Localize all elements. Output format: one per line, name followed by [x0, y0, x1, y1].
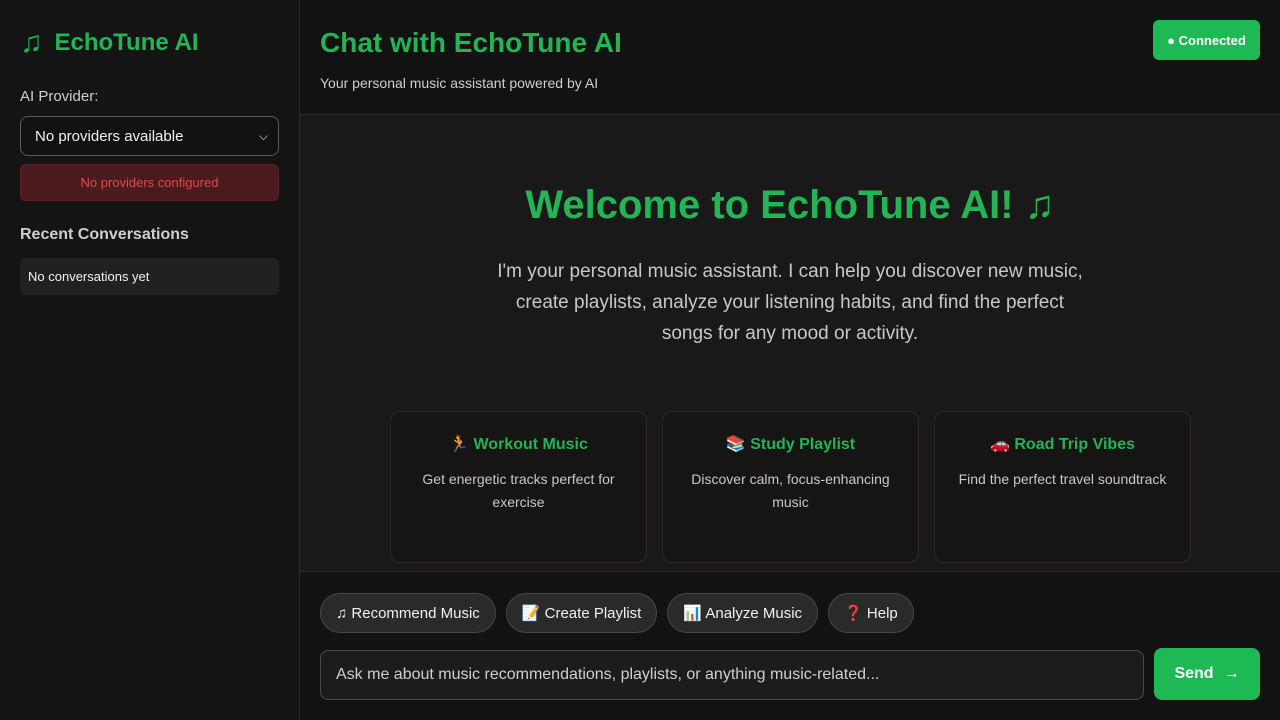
- card-title: 📚 Study Playlist: [725, 436, 856, 453]
- provider-error-message: No providers configured: [20, 164, 279, 201]
- card-study-playlist[interactable]: 📚 Study Playlist Discover calm, focus-en…: [662, 411, 919, 563]
- send-label: Send: [1174, 665, 1214, 682]
- suggestion-cards: 🏃 Workout Music Get energetic tracks per…: [390, 411, 1191, 563]
- music-note-icon: ♫: [20, 26, 43, 59]
- card-description: Discover calm, focus-enhancing music: [691, 471, 890, 510]
- card-title: 🚗 Road Trip Vibes: [990, 436, 1135, 453]
- card-workout-music[interactable]: 🏃 Workout Music Get energetic tracks per…: [390, 411, 647, 563]
- quick-actions: ♫ Recommend Music 📝 Create Playlist 📊 An…: [320, 593, 1260, 633]
- provider-label: AI Provider:: [20, 88, 99, 105]
- welcome-title: Welcome to EchoTune AI! ♫: [525, 183, 1055, 227]
- recent-conversations-empty: No conversations yet: [20, 258, 279, 295]
- chat-messages-area: Welcome to EchoTune AI! ♫ I'm your perso…: [300, 115, 1280, 571]
- card-road-trip-vibes[interactable]: 🚗 Road Trip Vibes Find the perfect trave…: [934, 411, 1191, 563]
- provider-select-value: No providers available: [35, 127, 184, 145]
- arrow-right-icon: →: [1223, 665, 1240, 682]
- create-playlist-button[interactable]: 📝 Create Playlist: [505, 593, 658, 633]
- main-panel: Chat with EchoTune AI Your personal musi…: [300, 0, 1280, 720]
- brand: ♫ EchoTune AI: [20, 0, 279, 86]
- card-description: Get energetic tracks perfect for exercis…: [422, 471, 615, 510]
- brand-title: EchoTune AI: [54, 29, 199, 56]
- card-description: Find the perfect travel soundtrack: [958, 471, 1167, 487]
- page-subtitle: Your personal music assistant powered by…: [320, 75, 599, 91]
- chat-input[interactable]: [320, 650, 1144, 700]
- card-title: 🏃 Workout Music: [449, 436, 588, 453]
- welcome-text: I'm your personal music assistant. I can…: [497, 261, 1083, 344]
- chat-header: Chat with EchoTune AI Your personal musi…: [300, 0, 1280, 115]
- composer: ♫ Recommend Music 📝 Create Playlist 📊 An…: [300, 571, 1280, 720]
- app: ♫ EchoTune AI AI Provider: No providers …: [0, 0, 1280, 720]
- input-row: Send →: [320, 648, 1260, 700]
- recent-conversations-title: Recent Conversations: [20, 226, 189, 243]
- sidebar: ♫ EchoTune AI AI Provider: No providers …: [0, 0, 300, 720]
- analyze-music-button[interactable]: 📊 Analyze Music: [667, 593, 819, 633]
- recommend-music-button[interactable]: ♫ Recommend Music: [320, 593, 496, 633]
- page-title: Chat with EchoTune AI: [320, 27, 622, 58]
- send-button[interactable]: Send →: [1154, 648, 1260, 700]
- chevron-down-icon: ⌵: [258, 128, 268, 143]
- status-badge: ● Connected: [1153, 20, 1260, 60]
- provider-select[interactable]: No providers available ⌵: [20, 116, 279, 156]
- help-button[interactable]: ❓ Help: [828, 593, 914, 633]
